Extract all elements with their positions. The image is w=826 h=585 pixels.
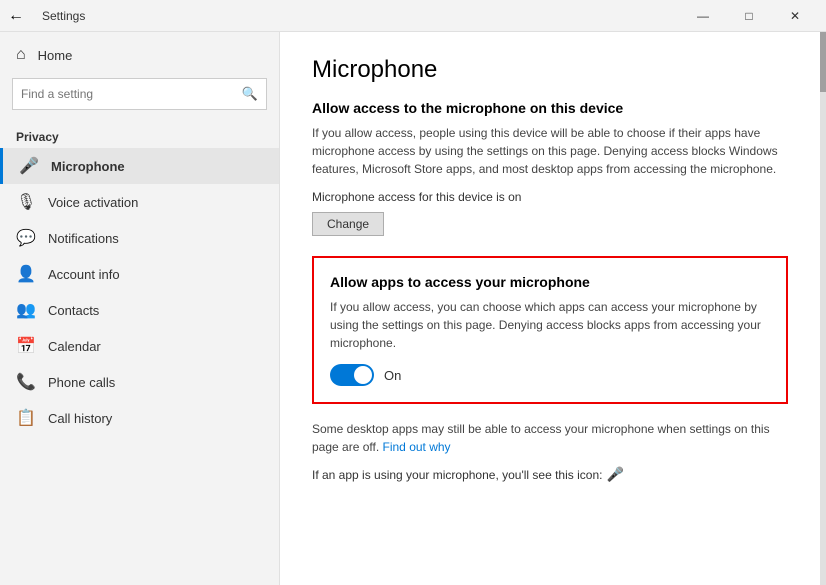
contacts-icon: 👥 (16, 300, 36, 320)
minimize-button[interactable]: — (680, 0, 726, 32)
calendar-icon: 📅 (16, 336, 36, 356)
sidebar-item-notifications[interactable]: 💬 Notifications (0, 220, 279, 256)
desktop-note-text: Some desktop apps may still be able to a… (312, 422, 770, 454)
sidebar-item-label: Voice activation (48, 195, 138, 210)
sidebar-item-home[interactable]: ⌂ Home (0, 40, 279, 70)
app-access-toggle[interactable] (330, 364, 374, 386)
notifications-icon: 💬 (16, 228, 36, 248)
app-access-box: Allow apps to access your microphone If … (312, 256, 788, 404)
sidebar-item-phone-calls[interactable]: 📞 Phone calls (0, 364, 279, 400)
device-access-status: Microphone access for this device is on (312, 190, 788, 204)
sidebar-item-microphone[interactable]: 🎤 Microphone (0, 148, 279, 184)
call-history-icon: 📋 (16, 408, 36, 428)
device-access-description: If you allow access, people using this d… (312, 124, 788, 178)
sidebar-home-label: Home (38, 48, 73, 63)
back-button[interactable]: ← (8, 7, 24, 25)
phone-calls-icon: 📞 (16, 372, 36, 392)
device-access-heading: Allow access to the microphone on this d… (312, 100, 788, 116)
sidebar-item-label: Phone calls (48, 375, 115, 390)
desktop-note: Some desktop apps may still be able to a… (312, 420, 788, 456)
microphone-icon: 🎤 (19, 156, 39, 176)
sidebar-item-voice-activation[interactable]: 🎙 Voice activation (0, 184, 279, 220)
change-button[interactable]: Change (312, 212, 384, 236)
search-input[interactable] (21, 87, 242, 101)
icon-note: If an app is using your microphone, you'… (312, 466, 788, 483)
toggle-knob (354, 366, 372, 384)
sidebar-item-label: Microphone (51, 159, 125, 174)
sidebar-item-call-history[interactable]: 📋 Call history (0, 400, 279, 436)
icon-note-text: If an app is using your microphone, you'… (312, 468, 602, 482)
maximize-button[interactable]: □ (726, 0, 772, 32)
microphone-indicator-icon: 🎤 (606, 466, 623, 483)
close-button[interactable]: ✕ (772, 0, 818, 32)
sidebar: ⌂ Home 🔍 Privacy 🎤 Microphone 🎙 Voice ac… (0, 32, 280, 585)
titlebar-title: Settings (42, 9, 85, 23)
account-info-icon: 👤 (16, 264, 36, 284)
app-access-heading: Allow apps to access your microphone (330, 274, 770, 290)
search-box: 🔍 (12, 78, 267, 110)
search-icon: 🔍 (242, 86, 258, 102)
sidebar-item-label: Account info (48, 267, 120, 282)
content-area: Microphone Allow access to the microphon… (280, 32, 820, 585)
device-access-section: Allow access to the microphone on this d… (312, 100, 788, 256)
toggle-label: On (384, 368, 401, 383)
page-title: Microphone (312, 56, 788, 84)
main-layout: ⌂ Home 🔍 Privacy 🎤 Microphone 🎙 Voice ac… (0, 32, 826, 585)
sidebar-item-label: Calendar (48, 339, 101, 354)
voice-activation-icon: 🎙 (16, 192, 36, 212)
sidebar-item-label: Call history (48, 411, 112, 426)
sidebar-item-account-info[interactable]: 👤 Account info (0, 256, 279, 292)
home-icon: ⌂ (16, 46, 26, 64)
app-access-toggle-row: On (330, 364, 770, 386)
window-controls: — □ ✕ (680, 0, 818, 32)
sidebar-section-label: Privacy (0, 118, 279, 148)
app-access-description: If you allow access, you can choose whic… (330, 298, 770, 352)
sidebar-item-contacts[interactable]: 👥 Contacts (0, 292, 279, 328)
scrollbar[interactable] (820, 32, 826, 585)
find-out-why-link[interactable]: Find out why (383, 440, 451, 454)
scroll-thumb (820, 32, 826, 92)
sidebar-item-calendar[interactable]: 📅 Calendar (0, 328, 279, 364)
titlebar: ← Settings — □ ✕ (0, 0, 826, 32)
sidebar-item-label: Contacts (48, 303, 99, 318)
sidebar-item-label: Notifications (48, 231, 119, 246)
